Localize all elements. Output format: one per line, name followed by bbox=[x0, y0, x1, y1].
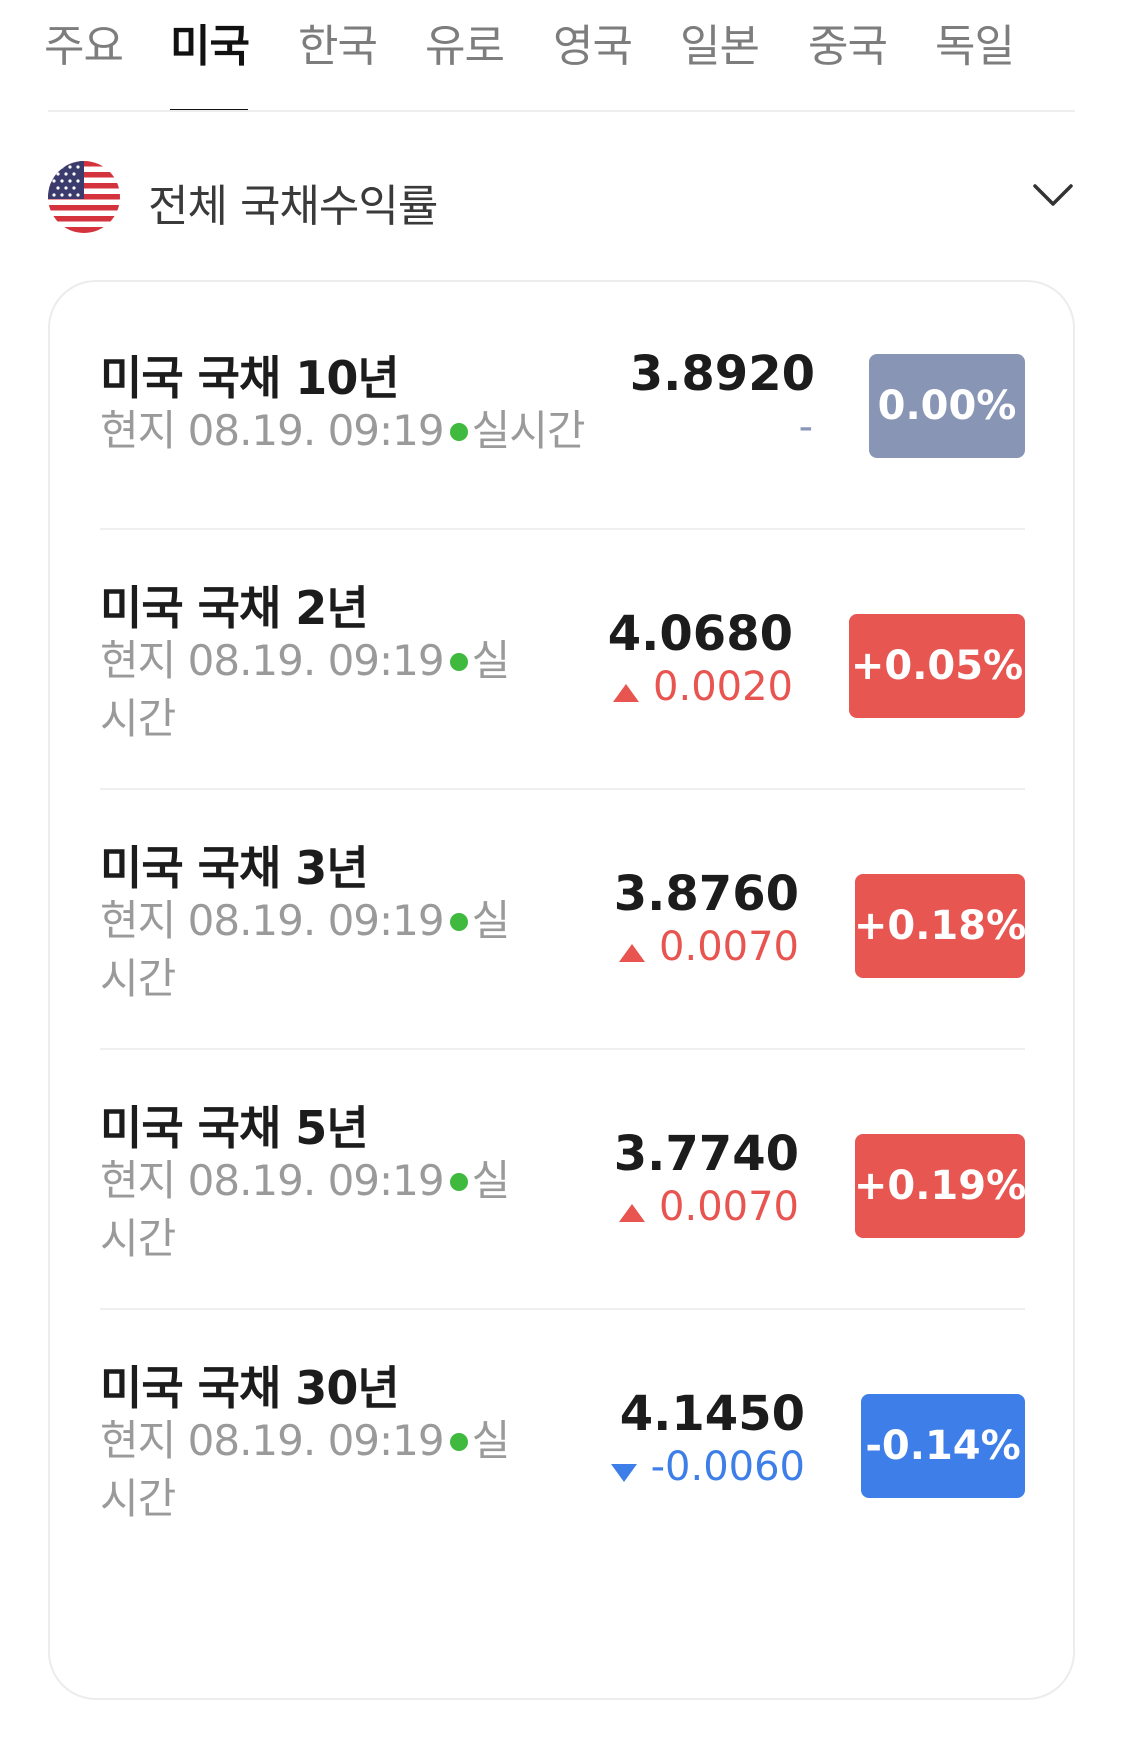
change-percent-badge: +0.19% bbox=[854, 1134, 1026, 1238]
bond-name: 미국 국채 2년 bbox=[100, 581, 369, 635]
bond-datetime: 08.19. 09:19 bbox=[187, 896, 445, 945]
bond-change-value: 0.0020 bbox=[653, 664, 793, 710]
bond-row-5y[interactable]: 미국 국채 5년 현지 08.19. 09:19 실시간 3.7740 0.007… bbox=[100, 1092, 1026, 1302]
row-divider bbox=[100, 1048, 1025, 1050]
live-dot-icon bbox=[449, 1432, 468, 1451]
us-flag-icon bbox=[48, 161, 120, 233]
live-dot-icon bbox=[449, 1172, 468, 1191]
bond-meta: 현지 08.19. 09:19 실시간 bbox=[100, 1412, 520, 1528]
row-divider bbox=[100, 528, 1025, 530]
bond-change-value: -0.0060 bbox=[650, 1444, 805, 1490]
tabs-divider bbox=[48, 110, 1075, 112]
bond-value: 3.8760 bbox=[613, 866, 799, 922]
row-divider bbox=[100, 788, 1025, 790]
bond-meta: 현지 08.19. 09:19 실시간 bbox=[100, 402, 600, 460]
row-divider bbox=[100, 1308, 1025, 1310]
tab-korea[interactable]: 한국 bbox=[298, 10, 378, 112]
bond-meta: 현지 08.19. 09:19 실시간 bbox=[100, 632, 520, 748]
tab-germany[interactable]: 독일 bbox=[935, 10, 1015, 112]
bond-change: 0.0020 bbox=[613, 664, 793, 712]
section-header[interactable]: 전체 국채수익률 bbox=[48, 158, 1075, 238]
tab-usa[interactable]: 미국 bbox=[170, 10, 250, 112]
bond-change: 0.0070 bbox=[619, 1184, 799, 1232]
bond-row-30y[interactable]: 미국 국채 30년 현지 08.19. 09:19 실시간 4.1450 -0.0… bbox=[100, 1352, 1025, 1562]
bond-value: 4.1450 bbox=[619, 1386, 805, 1442]
bond-value: 4.0680 bbox=[607, 606, 793, 662]
country-tabs: 주요 미국 한국 유로 영국 일본 중국 독일 bbox=[0, 0, 1125, 112]
bond-row-10y[interactable]: 미국 국채 10년 현지 08.19. 09:19 실시간 3.8920 - 0.… bbox=[100, 342, 1025, 512]
bond-row-3y[interactable]: 미국 국채 3년 현지 08.19. 09:19 실시간 3.8760 0.007… bbox=[100, 832, 1026, 1042]
bond-value: 3.7740 bbox=[613, 1126, 799, 1182]
local-label: 현지 bbox=[100, 636, 176, 685]
live-label: 실시간 bbox=[471, 406, 586, 455]
bond-value: 3.8920 bbox=[629, 346, 815, 402]
bond-datetime: 08.19. 09:19 bbox=[187, 406, 445, 455]
chevron-down-icon[interactable] bbox=[1031, 178, 1075, 214]
local-label: 현지 bbox=[100, 1156, 176, 1205]
local-label: 현지 bbox=[100, 406, 176, 455]
bond-name: 미국 국채 10년 bbox=[100, 351, 400, 405]
bond-meta: 현지 08.19. 09:19 실시간 bbox=[100, 892, 520, 1008]
bond-name: 미국 국채 30년 bbox=[100, 1361, 400, 1415]
bond-change: 0.0070 bbox=[619, 924, 799, 972]
change-percent-badge: +0.18% bbox=[854, 874, 1026, 978]
tab-japan[interactable]: 일본 bbox=[680, 10, 760, 112]
tab-euro[interactable]: 유로 bbox=[425, 10, 505, 112]
tab-uk[interactable]: 영국 bbox=[553, 10, 633, 112]
triangle-up-icon bbox=[613, 666, 640, 712]
change-percent-badge: 0.00% bbox=[869, 354, 1025, 458]
live-dot-icon bbox=[449, 912, 468, 931]
bond-change: - bbox=[798, 404, 813, 450]
tab-china[interactable]: 중국 bbox=[808, 10, 888, 112]
triangle-up-icon bbox=[619, 926, 646, 972]
bond-meta: 현지 08.19. 09:19 실시간 bbox=[100, 1152, 520, 1268]
bond-name: 미국 국채 5년 bbox=[100, 1101, 369, 1155]
change-percent-badge: +0.05% bbox=[849, 614, 1025, 718]
triangle-down-icon bbox=[610, 1446, 637, 1492]
bond-row-2y[interactable]: 미국 국채 2년 현지 08.19. 09:19 실시간 4.0680 0.002… bbox=[100, 572, 1025, 782]
bond-change-value: 0.0070 bbox=[659, 1184, 799, 1230]
bond-name: 미국 국채 3년 bbox=[100, 841, 369, 895]
bond-change-value: 0.0070 bbox=[659, 924, 799, 970]
triangle-up-icon bbox=[619, 1186, 646, 1232]
section-title: 전체 국채수익률 bbox=[148, 181, 438, 232]
bond-list-card: 미국 국채 10년 현지 08.19. 09:19 실시간 3.8920 - 0.… bbox=[48, 280, 1075, 1700]
change-percent-badge: -0.14% bbox=[861, 1394, 1025, 1498]
bond-datetime: 08.19. 09:19 bbox=[187, 1156, 445, 1205]
bond-change: -0.0060 bbox=[610, 1444, 805, 1492]
live-dot-icon bbox=[449, 652, 468, 671]
live-dot-icon bbox=[449, 422, 468, 441]
tab-major[interactable]: 주요 bbox=[44, 10, 124, 112]
local-label: 현지 bbox=[100, 1416, 176, 1465]
bond-datetime: 08.19. 09:19 bbox=[187, 1416, 445, 1465]
bond-datetime: 08.19. 09:19 bbox=[187, 636, 445, 685]
tab-usa-label: 미국 bbox=[170, 21, 250, 72]
local-label: 현지 bbox=[100, 896, 176, 945]
